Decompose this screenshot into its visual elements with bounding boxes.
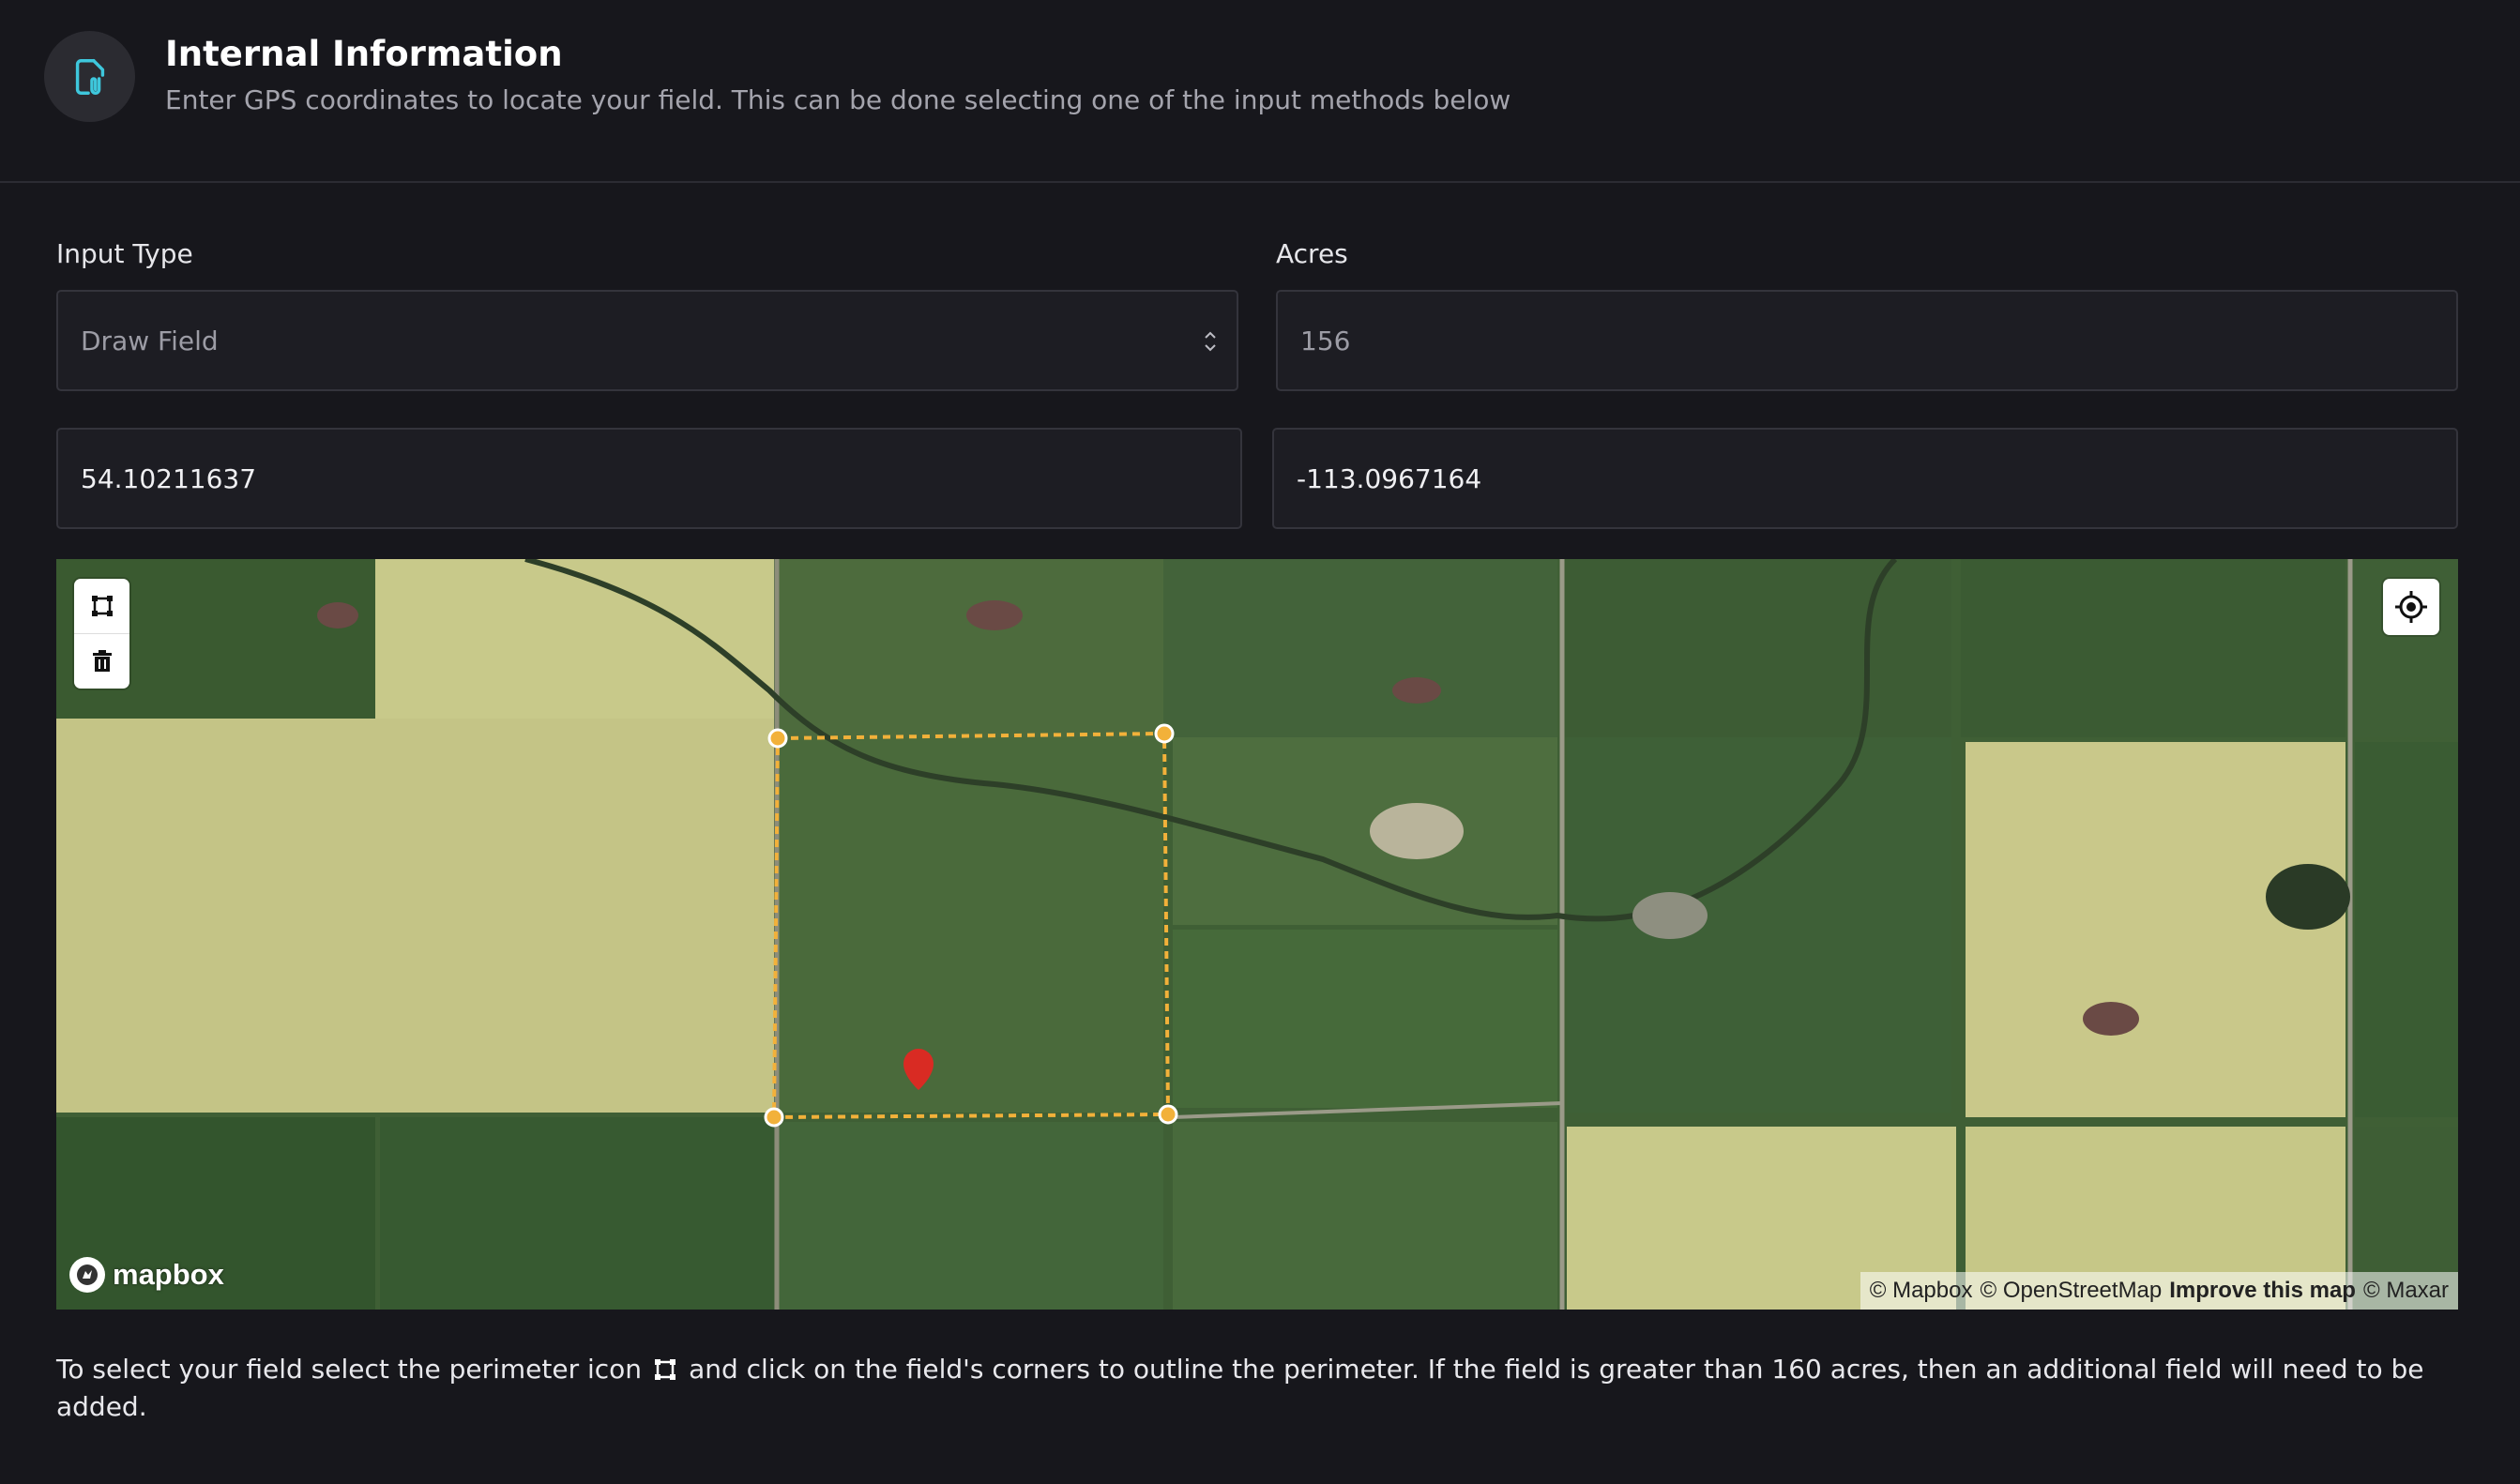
instructions-text: To select your field select the perimete… [56, 1351, 2458, 1426]
mapbox-logo[interactable]: mapbox [69, 1257, 224, 1293]
geolocate-button[interactable] [2383, 579, 2439, 635]
trash-button[interactable] [74, 634, 129, 689]
polygon-draw-icon [91, 596, 113, 616]
perimeter-vertex[interactable] [767, 728, 788, 749]
attribution-maxar-link[interactable]: © Maxar [2363, 1278, 2449, 1304]
page-title: Internal Information [165, 34, 563, 74]
input-type-label: Input Type [56, 238, 193, 269]
longitude-field[interactable]: -113.0967164 [1272, 428, 2458, 529]
page-header: Internal Information Enter GPS coordinat… [0, 0, 2520, 183]
map-view[interactable]: mapbox © Mapbox © OpenStreetMap Improve … [56, 559, 2458, 1310]
acres-label: Acres [1276, 238, 1348, 269]
trash-icon [92, 650, 112, 672]
input-type-value: Draw Field [81, 325, 219, 356]
perimeter-vertex[interactable] [764, 1107, 784, 1128]
draw-controls [74, 579, 129, 689]
mapbox-logo-icon [69, 1257, 105, 1293]
chevron-up-down-icon [1205, 331, 1216, 352]
attribution-osm-link[interactable]: © OpenStreetMap [1980, 1278, 2162, 1304]
map-marker-icon[interactable] [903, 1049, 934, 1090]
perimeter-vertex[interactable] [1154, 723, 1175, 744]
longitude-value: -113.0967164 [1297, 462, 1482, 494]
acres-value: 156 [1300, 325, 1351, 356]
map-attribution: © Mapbox © OpenStreetMap Improve this ma… [1860, 1272, 2458, 1310]
input-type-select[interactable]: Draw Field [56, 290, 1238, 391]
latitude-value: 54.10211637 [81, 462, 257, 494]
page-subtitle: Enter GPS coordinates to locate your fie… [165, 84, 1511, 115]
perimeter-vertex[interactable] [1158, 1104, 1178, 1125]
mapbox-logo-text: mapbox [113, 1258, 224, 1291]
instructions-before-icon: To select your field select the perimete… [56, 1354, 643, 1385]
improve-map-link[interactable]: Improve this map [2169, 1278, 2356, 1304]
geolocate-icon [2395, 591, 2427, 623]
polygon-draw-button[interactable] [74, 579, 129, 633]
latitude-field[interactable]: 54.10211637 [56, 428, 1242, 529]
attribution-mapbox-link[interactable]: © Mapbox [1870, 1278, 1973, 1304]
document-clip-icon [44, 31, 135, 122]
acres-field[interactable]: 156 [1276, 290, 2458, 391]
field-perimeter [764, 723, 1178, 1128]
polygon-draw-icon [655, 1359, 676, 1380]
